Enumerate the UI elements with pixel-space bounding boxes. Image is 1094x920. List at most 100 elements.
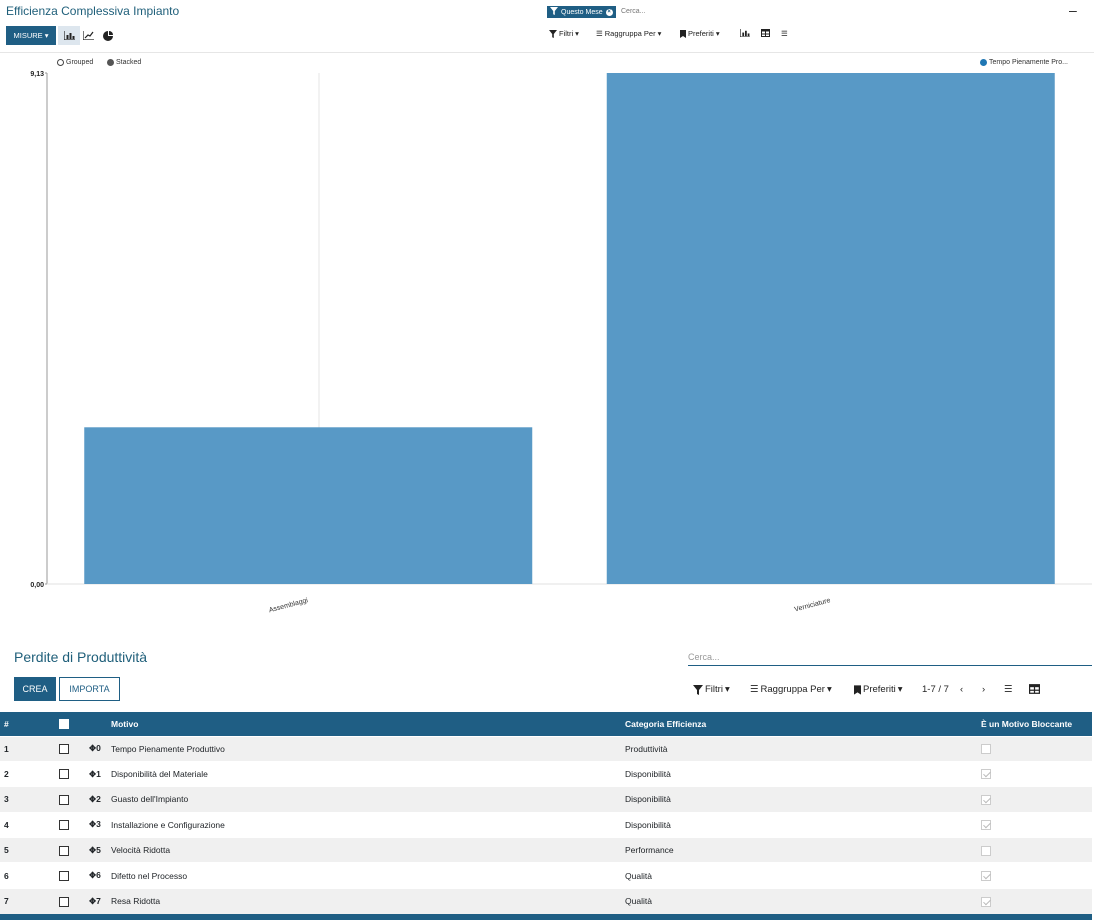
row-sequence: 0 (96, 743, 101, 754)
row-handle[interactable]: ✥0 (85, 735, 107, 762)
row-checkbox[interactable] (59, 744, 69, 755)
table-header-row: # Motivo Categoria Efficienza È un Motiv… (0, 712, 1092, 736)
table-footer (0, 914, 1092, 920)
col-header-motivo[interactable]: Motivo (107, 712, 621, 736)
cell-bloccante (977, 862, 1092, 889)
table-row[interactable]: 4 ✥3 Installazione e Configurazione Disponi… (0, 811, 1092, 838)
table-icon (1029, 684, 1040, 694)
row-sequence: 6 (96, 870, 101, 881)
row-number: 1 (0, 735, 55, 762)
cell-motivo: Difetto nel Processo (107, 862, 621, 889)
cell-motivo: Tempo Pienamente Produttivo (107, 735, 621, 762)
table-row[interactable]: 1 ✥0 Tempo Pienamente Produttivo Produttivi… (0, 735, 1092, 762)
row-handle[interactable]: ✥7 (85, 887, 107, 914)
table-row[interactable]: 3 ✥2 Guasto dell'Impianto Disponibilità (0, 786, 1092, 813)
unchecked-checkbox (981, 744, 991, 755)
list-icon: ☰ (750, 684, 759, 695)
cell-bloccante (977, 735, 1092, 762)
list-search-input[interactable]: Cerca... (688, 652, 1092, 666)
bar-verniciature[interactable] (606, 73, 1055, 584)
list-view-button[interactable]: ☰ (1004, 684, 1013, 695)
col-header-number[interactable]: # (0, 712, 55, 736)
cell-categoria: Qualità (621, 862, 977, 889)
table-row[interactable]: 6 ✥6 Difetto nel Processo Qualità (0, 862, 1092, 889)
row-handle[interactable]: ✥5 (85, 837, 107, 863)
cell-motivo: Installazione e Configurazione (107, 811, 621, 838)
row-number: 4 (0, 811, 55, 838)
bookmark-icon (854, 684, 861, 695)
row-number: 3 (0, 786, 55, 813)
filter-icon (693, 684, 703, 695)
row-number: 7 (0, 887, 55, 914)
list-filters-dropdown[interactable]: Filtri ▾ (693, 684, 730, 695)
col-header-categoria[interactable]: Categoria Efficienza (621, 712, 977, 736)
row-select[interactable] (55, 887, 85, 914)
x-tick-label: Verniciature (794, 597, 832, 613)
row-checkbox[interactable] (59, 820, 69, 831)
row-select[interactable] (55, 760, 85, 787)
row-handle[interactable]: ✥1 (85, 760, 107, 787)
cell-categoria: Produttività (621, 735, 977, 762)
row-checkbox[interactable] (59, 769, 69, 780)
y-tick-label: 0,00 (30, 582, 44, 589)
col-header-handle (85, 712, 107, 736)
col-header-select[interactable] (55, 712, 85, 736)
row-select[interactable] (55, 811, 85, 838)
cell-motivo: Velocità Ridotta (107, 837, 621, 863)
row-number: 6 (0, 862, 55, 889)
pager-value[interactable]: 1-7 / 7 (922, 684, 949, 695)
data-table: # Motivo Categoria Efficienza È un Motiv… (0, 712, 1092, 914)
checked-checkbox (981, 896, 991, 907)
select-all-checkbox[interactable] (59, 719, 69, 730)
row-sequence: 1 (96, 768, 101, 779)
checked-checkbox (981, 769, 991, 780)
list-favorites-dropdown[interactable]: Preferiti ▾ (854, 684, 903, 695)
row-sequence: 5 (96, 844, 101, 855)
cell-categoria: Disponibilità (621, 786, 977, 813)
cell-motivo: Resa Ridotta (107, 887, 621, 914)
list-groupby-dropdown[interactable]: ☰ Raggruppa Per ▾ (750, 684, 832, 695)
chevron-left-icon: ‹ (960, 684, 964, 695)
checked-checkbox (981, 794, 991, 805)
bar-assemblaggi[interactable] (84, 427, 533, 584)
import-button[interactable]: IMPORTA (59, 677, 120, 701)
table-row[interactable]: 7 ✥7 Resa Ridotta Qualità (0, 887, 1092, 914)
create-button[interactable]: CREA (14, 677, 56, 701)
cell-bloccante (977, 760, 1092, 787)
x-tick-label: Assemblaggi (268, 597, 309, 614)
table-row[interactable]: 5 ✥5 Velocità Ridotta Performance (0, 837, 1092, 863)
row-sequence: 3 (96, 819, 101, 830)
row-select[interactable] (55, 735, 85, 762)
row-checkbox[interactable] (59, 794, 69, 805)
row-select[interactable] (55, 786, 85, 813)
pager-previous-button[interactable]: ‹ (960, 684, 963, 695)
cell-bloccante (977, 837, 1092, 863)
row-sequence: 7 (96, 895, 101, 906)
cell-bloccante (977, 786, 1092, 813)
row-handle[interactable]: ✥2 (85, 786, 107, 813)
cell-categoria: Performance (621, 837, 977, 863)
checked-checkbox (981, 871, 991, 882)
unchecked-checkbox (981, 845, 991, 856)
row-handle[interactable]: ✥6 (85, 862, 107, 889)
row-checkbox[interactable] (59, 871, 69, 882)
row-handle[interactable]: ✥3 (85, 811, 107, 838)
col-header-bloccante[interactable]: È un Motivo Bloccante (977, 712, 1092, 736)
cell-categoria: Disponibilità (621, 760, 977, 787)
row-number: 5 (0, 837, 55, 863)
cell-bloccante (977, 811, 1092, 838)
table-row[interactable]: 2 ✥1 Disponibilità del Materiale Disponibil… (0, 760, 1092, 787)
cell-categoria: Disponibilità (621, 811, 977, 838)
row-select[interactable] (55, 862, 85, 889)
checked-checkbox (981, 820, 991, 831)
row-select[interactable] (55, 837, 85, 863)
pager-next-button[interactable]: › (982, 684, 985, 695)
row-checkbox[interactable] (59, 896, 69, 907)
y-tick-label: 9,13 (30, 71, 44, 78)
bar-chart: 9,13 0,00 Assemblaggi Verniciature (30, 71, 1092, 614)
chevron-right-icon: › (982, 684, 986, 695)
cell-categoria: Qualità (621, 887, 977, 914)
cell-motivo: Guasto dell'Impianto (107, 786, 621, 813)
pivot-view-button[interactable] (1029, 684, 1040, 694)
row-checkbox[interactable] (59, 845, 69, 856)
